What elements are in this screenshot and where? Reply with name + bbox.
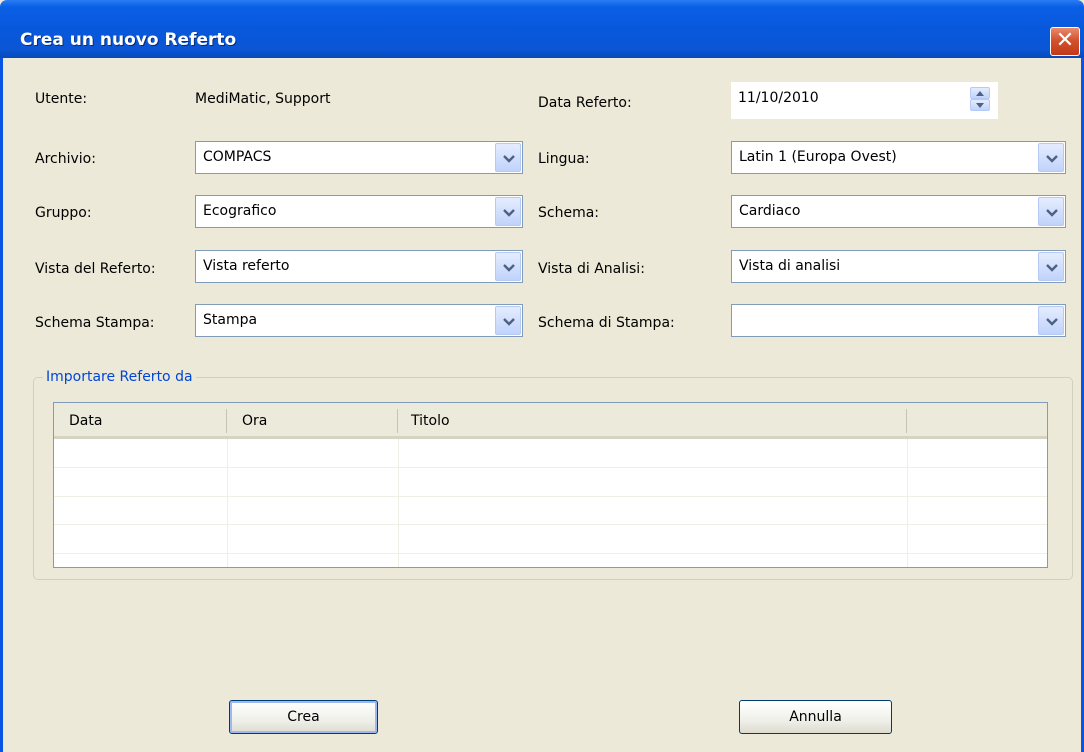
grid-line (907, 439, 908, 567)
dialog-window: Crea un nuovo Referto ✕ Utente: MediMati… (0, 0, 1084, 752)
chevron-down-icon (1046, 155, 1058, 163)
archivio-value: COMPACS (203, 149, 272, 165)
vista-referto-value: Vista referto (203, 258, 290, 274)
annulla-button[interactable]: Annulla (739, 700, 892, 734)
chevron-down-icon (1046, 318, 1058, 326)
vista-analisi-value: Vista di analisi (739, 258, 841, 274)
crea-button[interactable]: Crea (229, 700, 378, 734)
grid-line (398, 439, 399, 567)
schema-select[interactable]: Cardiaco (731, 195, 1066, 228)
lingua-dropdown-button[interactable] (1038, 143, 1064, 172)
lingua-value: Latin 1 (Europa Ovest) (739, 149, 897, 165)
chevron-down-icon (503, 155, 515, 163)
column-divider[interactable] (397, 409, 398, 433)
date-spinner[interactable] (970, 87, 990, 111)
lingua-select[interactable]: Latin 1 (Europa Ovest) (731, 141, 1066, 174)
vista-analisi-dropdown-button[interactable] (1038, 252, 1064, 281)
schema-stampa-select[interactable]: Stampa (195, 304, 523, 337)
table-row[interactable] (54, 467, 1047, 468)
table-row[interactable] (54, 524, 1047, 525)
chevron-down-icon (503, 209, 515, 217)
table-row[interactable] (54, 553, 1047, 554)
gruppo-value: Ecografico (203, 203, 277, 219)
chevron-down-icon (503, 318, 515, 326)
close-icon: ✕ (1055, 28, 1075, 53)
utente-value: MediMatic, Support (195, 91, 331, 107)
caret-down-icon (976, 103, 984, 108)
vista-analisi-select[interactable]: Vista di analisi (731, 250, 1066, 283)
grid-line (227, 439, 228, 567)
schema-value: Cardiaco (739, 203, 801, 219)
gruppo-select[interactable]: Ecografico (195, 195, 523, 228)
schema-di-stampa-label: Schema di Stampa: (538, 315, 675, 331)
data-referto-label: Data Referto: (538, 95, 632, 111)
import-group-title: Importare Referto da (43, 369, 196, 385)
schema-di-stampa-select[interactable] (731, 304, 1066, 337)
vista-referto-select[interactable]: Vista referto (195, 250, 523, 283)
schema-di-stampa-dropdown-button[interactable] (1038, 306, 1064, 335)
table-row[interactable] (54, 496, 1047, 497)
schema-label: Schema: (538, 205, 600, 221)
spin-down-button[interactable] (970, 99, 990, 111)
chevron-down-icon (1046, 209, 1058, 217)
import-table[interactable]: Data Ora Titolo (53, 402, 1048, 568)
title-bar[interactable]: Crea un nuovo Referto ✕ (0, 0, 1084, 58)
data-referto-value: 11/10/2010 (738, 90, 819, 106)
schema-stampa-label: Schema Stampa: (35, 315, 155, 331)
spin-up-button[interactable] (970, 87, 990, 99)
chevron-down-icon (1046, 264, 1058, 272)
gruppo-label: Gruppo: (35, 205, 92, 221)
column-header-ora[interactable]: Ora (242, 413, 267, 429)
column-divider[interactable] (226, 409, 227, 433)
schema-dropdown-button[interactable] (1038, 197, 1064, 226)
schema-stampa-value: Stampa (203, 312, 258, 328)
chevron-down-icon (503, 264, 515, 272)
close-button[interactable]: ✕ (1050, 27, 1080, 56)
vista-analisi-label: Vista di Analisi: (538, 261, 645, 277)
data-referto-field[interactable]: 11/10/2010 (731, 82, 998, 119)
column-divider[interactable] (906, 409, 907, 433)
gruppo-dropdown-button[interactable] (495, 197, 521, 226)
vista-referto-dropdown-button[interactable] (495, 252, 521, 281)
column-header-titolo[interactable]: Titolo (411, 413, 450, 429)
table-header: Data Ora Titolo (54, 403, 1047, 439)
vista-referto-label: Vista del Referto: (35, 261, 156, 277)
window-title: Crea un nuovo Referto (20, 30, 237, 50)
caret-up-icon (976, 91, 984, 96)
archivio-dropdown-button[interactable] (495, 143, 521, 172)
column-header-data[interactable]: Data (69, 413, 102, 429)
archivio-label: Archivio: (35, 151, 96, 167)
utente-label: Utente: (35, 91, 88, 107)
schema-stampa-dropdown-button[interactable] (495, 306, 521, 335)
lingua-label: Lingua: (538, 151, 590, 167)
archivio-select[interactable]: COMPACS (195, 141, 523, 174)
